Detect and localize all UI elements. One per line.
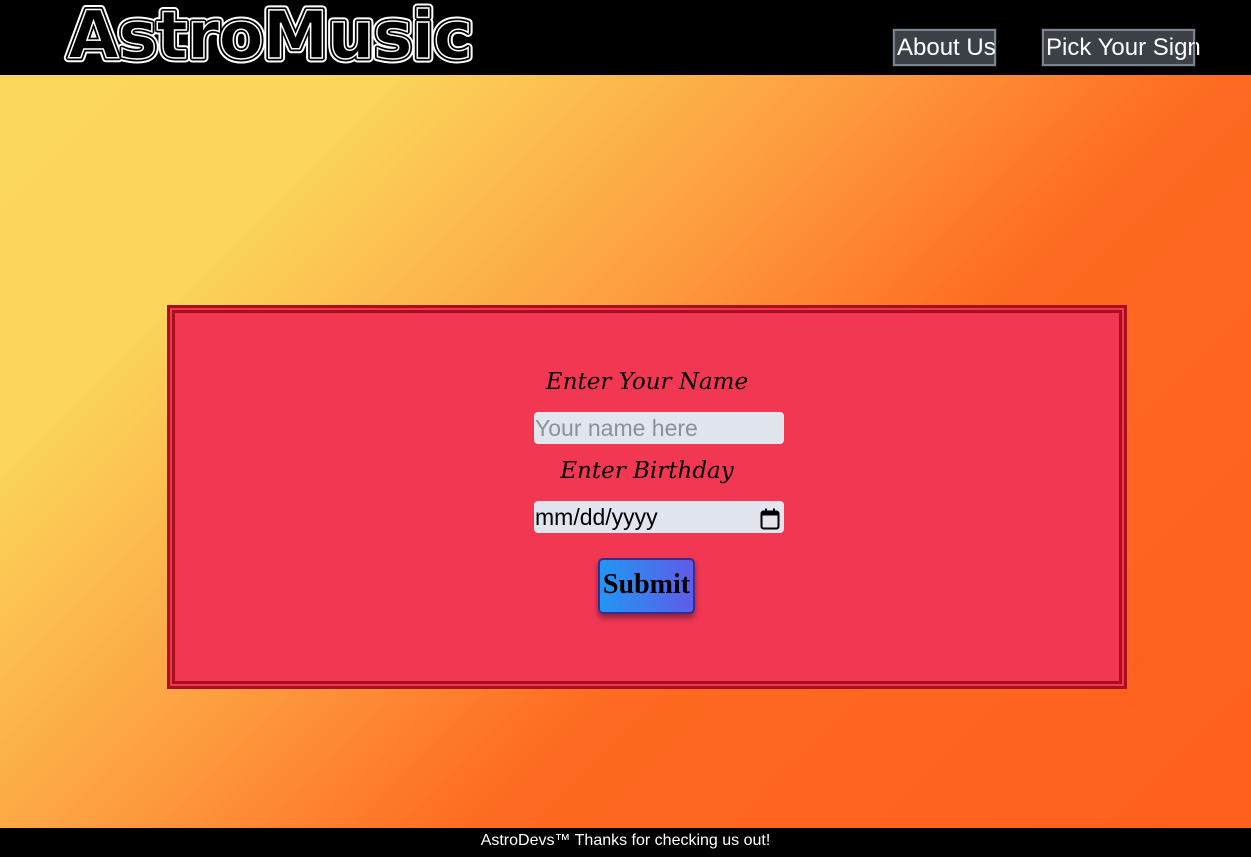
top-header: AstroMusic AstroMusic AstroMusic About U…: [0, 0, 1251, 75]
birthday-form-panel: Enter Your Name Your name here Enter Bir…: [167, 305, 1127, 689]
name-input[interactable]: Your name here: [534, 412, 784, 444]
footer-text: AstroDevs™ Thanks for checking us out!: [480, 832, 771, 849]
submit-button[interactable]: Submit: [598, 558, 695, 614]
svg-text:AstroMusic: AstroMusic: [68, 2, 472, 70]
astromusic-logo[interactable]: AstroMusic AstroMusic AstroMusic: [62, 2, 510, 70]
logo-graphic: AstroMusic AstroMusic AstroMusic: [64, 2, 478, 70]
birthday-label: Enter Birthday: [560, 458, 734, 484]
footer: AstroDevs™ Thanks for checking us out!: [0, 828, 1251, 857]
calendar-icon[interactable]: [760, 506, 780, 530]
name-placeholder: Your name here: [535, 415, 698, 441]
birthday-value: mm/dd/yyyy: [535, 504, 658, 530]
about-us-button[interactable]: About Us: [892, 28, 997, 67]
birthday-date-input[interactable]: mm/dd/yyyy: [534, 501, 784, 533]
name-label: Enter Your Name: [545, 369, 749, 395]
pick-your-sign-button[interactable]: Pick Your Sign: [1041, 28, 1201, 67]
